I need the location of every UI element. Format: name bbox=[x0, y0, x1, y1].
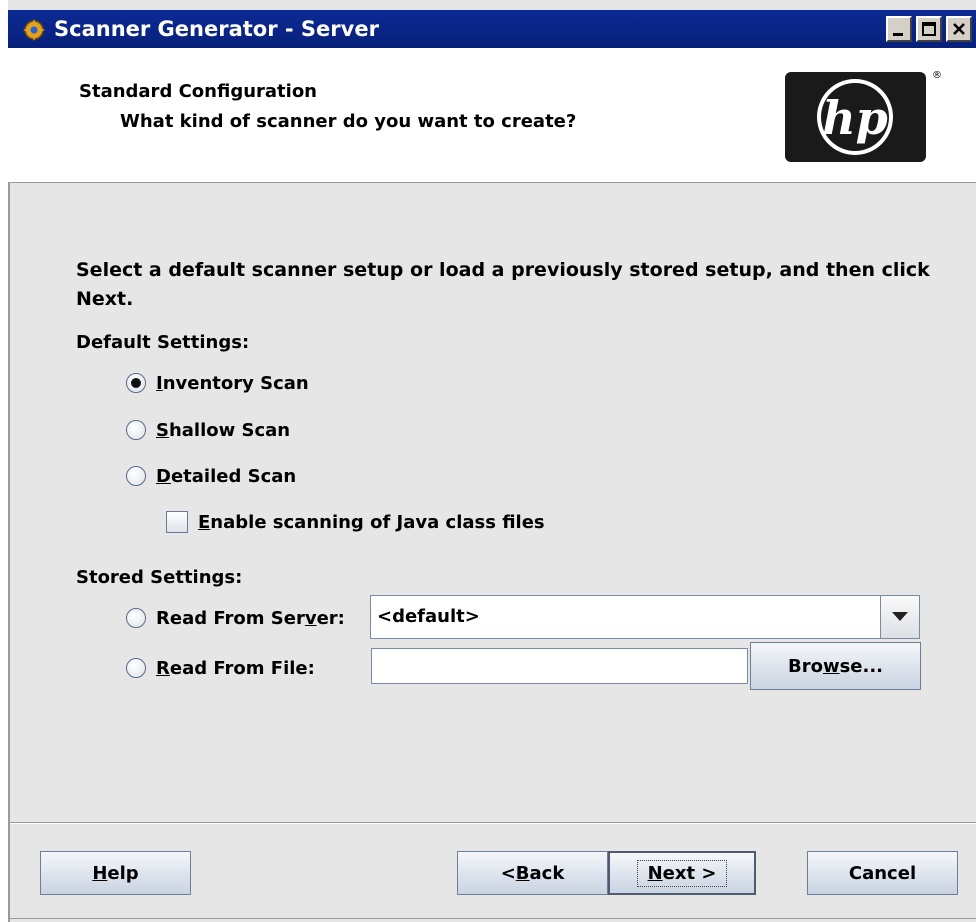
next-button-label: Next > bbox=[636, 859, 728, 887]
java-class-checkbox[interactable]: Enable scanning of Java class files bbox=[166, 508, 545, 536]
radio-selected-icon bbox=[126, 373, 146, 393]
maximize-button[interactable] bbox=[916, 16, 942, 42]
shallow-scan-radio[interactable]: Shallow Scan bbox=[126, 416, 290, 444]
window-left-edge bbox=[0, 0, 8, 922]
close-icon bbox=[953, 23, 965, 35]
chevron-down-icon bbox=[892, 612, 908, 621]
content-left-border bbox=[8, 182, 10, 922]
java-class-label: Enable scanning of Java class files bbox=[198, 511, 545, 533]
detailed-scan-label: Detailed Scan bbox=[156, 465, 297, 487]
stored-settings-label: Stored Settings: bbox=[76, 567, 243, 588]
svg-text:hp: hp bbox=[822, 91, 888, 145]
back-button[interactable]: < Back bbox=[457, 851, 608, 895]
checkbox-icon bbox=[166, 511, 188, 533]
maximize-icon bbox=[922, 22, 936, 36]
server-settings-value: <default> bbox=[377, 606, 480, 627]
registered-mark: ® bbox=[932, 70, 942, 81]
minimize-icon bbox=[893, 33, 903, 36]
window-bottom-border bbox=[10, 918, 976, 919]
browse-button[interactable]: Bro w se... bbox=[750, 642, 921, 690]
server-settings-dropdown[interactable]: <default> bbox=[370, 595, 920, 639]
shallow-scan-label: Shallow Scan bbox=[156, 419, 291, 441]
header-subtitle: What kind of scanner do you want to crea… bbox=[120, 111, 577, 132]
read-from-server-label: Read From Server: bbox=[156, 607, 345, 629]
window-title: Scanner Generator - Server bbox=[54, 17, 379, 41]
file-path-input[interactable] bbox=[371, 648, 748, 684]
cancel-button[interactable]: Cancel bbox=[807, 851, 958, 895]
next-button[interactable]: Next > bbox=[608, 851, 756, 895]
inventory-scan-label: Inventory Scan bbox=[156, 372, 309, 394]
header-title: Standard Configuration bbox=[79, 81, 317, 102]
close-button[interactable] bbox=[946, 16, 972, 42]
read-from-file-radio[interactable]: Read From File: bbox=[126, 654, 315, 682]
detailed-scan-radio[interactable]: Detailed Scan bbox=[126, 462, 296, 490]
dropdown-button[interactable] bbox=[880, 596, 919, 638]
title-bar[interactable]: Scanner Generator - Server bbox=[8, 10, 976, 48]
wizard-window: Scanner Generator - Server Standard Conf… bbox=[0, 0, 976, 922]
radio-icon bbox=[126, 420, 146, 440]
wizard-header: Standard Configuration What kind of scan… bbox=[8, 48, 976, 183]
radio-icon bbox=[126, 658, 146, 678]
help-button[interactable]: Help bbox=[40, 851, 191, 895]
footer-divider-highlight bbox=[10, 823, 976, 824]
read-from-server-radio[interactable]: Read From Server: bbox=[126, 604, 345, 632]
hp-logo: hp bbox=[785, 72, 926, 162]
app-icon bbox=[22, 18, 46, 42]
inventory-scan-radio[interactable]: Inventory Scan bbox=[126, 369, 309, 397]
minimize-button[interactable] bbox=[886, 16, 912, 42]
instructions-text: Select a default scanner setup or load a… bbox=[76, 259, 930, 310]
radio-icon bbox=[126, 608, 146, 628]
default-settings-label: Default Settings: bbox=[76, 332, 250, 353]
read-from-file-label: Read From File: bbox=[156, 657, 315, 679]
radio-icon bbox=[126, 466, 146, 486]
